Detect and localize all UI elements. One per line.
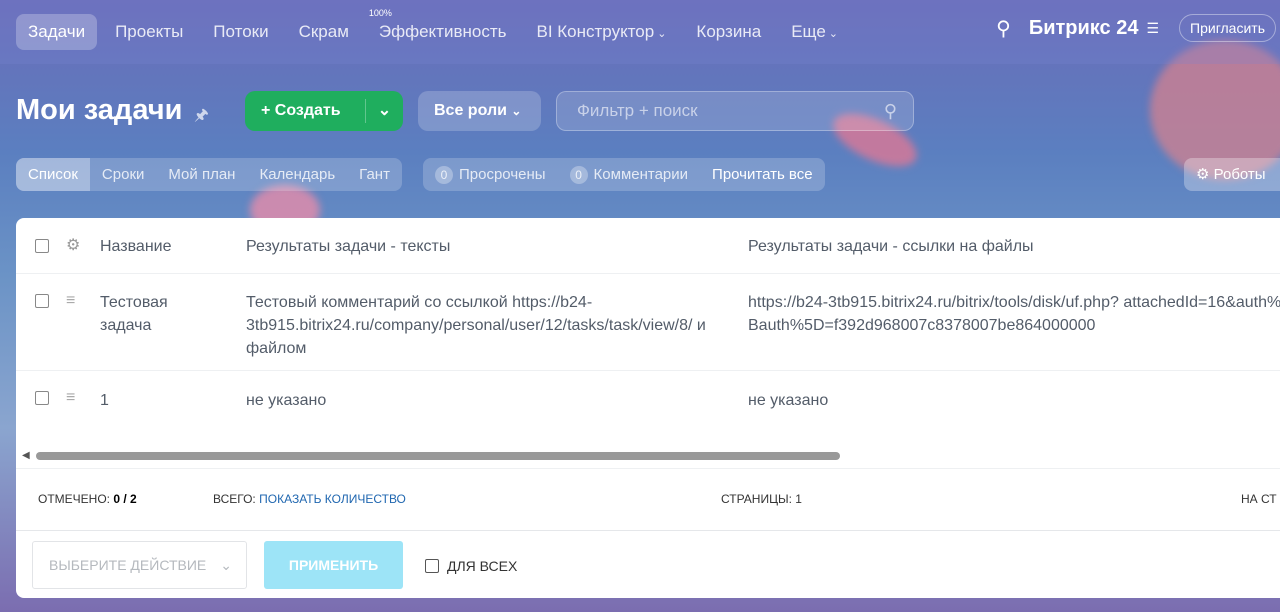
task-name-link[interactable]: 1 xyxy=(100,389,109,412)
total-count: Всего: Показать количество xyxy=(213,492,406,506)
chevron-down-icon: ⌄ xyxy=(220,557,232,573)
nav-flows[interactable]: Потоки xyxy=(201,14,280,50)
show-count-link[interactable]: Показать количество xyxy=(259,492,406,506)
nav-label: BI Конструктор xyxy=(536,22,655,41)
comments-filter[interactable]: Комментарии xyxy=(594,166,688,183)
apply-button[interactable]: Применить xyxy=(264,541,403,589)
chevron-down-icon: ⌄ xyxy=(657,28,667,40)
nav-more[interactable]: Еще ⌄ xyxy=(779,14,850,50)
for-all-label[interactable]: Для всех xyxy=(447,558,517,574)
roles-label: Все роли xyxy=(434,102,507,119)
roles-dropdown[interactable]: Все роли ⌄ xyxy=(418,91,541,131)
nav-bi[interactable]: BI Конструктор ⌄ xyxy=(524,14,678,50)
horizontal-scrollbar[interactable] xyxy=(36,452,840,460)
task-files: не указано xyxy=(748,392,829,409)
chevron-down-icon[interactable]: ⌄ xyxy=(365,99,403,123)
create-label: + Создать xyxy=(261,102,341,119)
tab-calendar[interactable]: Календарь xyxy=(247,158,347,191)
task-texts: не указано xyxy=(246,392,327,409)
search-icon[interactable]: ⚲ xyxy=(996,16,1011,41)
tab-gantt[interactable]: Гант xyxy=(347,158,402,191)
robot-icon: ⚙ xyxy=(1196,166,1210,183)
invite-button[interactable]: Пригласить xyxy=(1179,14,1276,42)
top-nav: Задачи Проекты Потоки Скрам 100% Эффектив… xyxy=(0,0,1280,64)
drag-handle-icon[interactable]: ≡ xyxy=(66,292,75,310)
nav-projects[interactable]: Проекты xyxy=(103,14,195,50)
drag-handle-icon[interactable]: ≡ xyxy=(66,389,75,407)
overdue-count: 0 xyxy=(435,165,453,184)
column-header-files[interactable]: Результаты задачи - ссылки на файлы xyxy=(748,235,1034,258)
tab-list[interactable]: Список xyxy=(16,158,90,191)
table-row: ≡ 1 не указано не указано xyxy=(16,371,1280,431)
per-page[interactable]: На ст xyxy=(1241,492,1277,506)
page-title: Мои задачи xyxy=(16,94,183,126)
nav-label: Еще xyxy=(791,22,826,41)
gear-icon[interactable]: ⚙ xyxy=(66,235,80,255)
column-header-texts[interactable]: Результаты задачи - тексты xyxy=(246,235,450,258)
row-checkbox[interactable] xyxy=(35,294,49,308)
task-files-link[interactable]: https://b24-3tb915.bitrix24.ru/bitrix/to… xyxy=(748,291,1280,337)
task-grid: ⚙ Название Результаты задачи - тексты Ре… xyxy=(16,218,1280,598)
logo: Битрикс 24 xyxy=(1028,16,1139,39)
filter-search-input[interactable]: Фильтр + поиск ⚲ xyxy=(556,91,914,131)
tab-deadlines[interactable]: Сроки xyxy=(90,158,156,191)
robots-label: Роботы xyxy=(1213,166,1266,183)
settings-icon[interactable]: ☰ xyxy=(1146,20,1159,37)
comments-count: 0 xyxy=(569,165,588,184)
search-icon[interactable]: ⚲ xyxy=(884,92,897,130)
task-texts: Тестовый комментарий со ссылкой https://… xyxy=(246,294,706,357)
counters: 0 Просрочены 0 Комментарии Прочитать все xyxy=(423,158,825,191)
overdue-filter[interactable]: Просрочены xyxy=(459,166,546,183)
pin-icon[interactable]: 🖈 xyxy=(194,104,209,131)
column-header-name[interactable]: Название xyxy=(100,235,172,258)
scroll-left-icon[interactable]: ◀ xyxy=(22,450,30,461)
tab-my-plan[interactable]: Мой план xyxy=(156,158,247,191)
chevron-down-icon: ⌄ xyxy=(511,104,522,118)
action-select-label: Выберите действие xyxy=(49,557,207,573)
efficiency-badge: 100% xyxy=(368,8,392,18)
nav-efficiency[interactable]: 100% Эффективность xyxy=(367,8,519,50)
table-row: ≡ Тестовая задача Тестовый комментарий с… xyxy=(16,274,1280,371)
row-checkbox[interactable] xyxy=(35,391,49,405)
nav-scrum[interactable]: Скрам xyxy=(287,14,361,50)
task-name-link[interactable]: Тестовая задача xyxy=(100,291,200,337)
chevron-down-icon: ⌄ xyxy=(828,28,838,40)
selected-count: Отмечено: 0 / 2 xyxy=(38,492,137,506)
create-button[interactable]: + Создать ⌄ xyxy=(245,91,403,131)
search-placeholder: Фильтр + поиск xyxy=(577,101,698,120)
pages: Страницы: 1 xyxy=(721,492,802,506)
nav-tasks[interactable]: Задачи xyxy=(16,14,98,50)
action-select[interactable]: Выберите действие ⌄ xyxy=(32,541,247,589)
nav-label: Эффективность xyxy=(378,22,507,41)
nav-trash[interactable]: Корзина xyxy=(684,14,773,50)
for-all-checkbox[interactable] xyxy=(425,559,439,573)
select-all-checkbox[interactable] xyxy=(35,239,49,253)
read-all-button[interactable]: Прочитать все xyxy=(712,166,813,183)
view-tabs: Список Сроки Мой план Календарь Гант xyxy=(16,158,402,191)
table-header: ⚙ Название Результаты задачи - тексты Ре… xyxy=(16,218,1280,274)
robots-button[interactable]: ⚙ Роботы xyxy=(1184,158,1280,191)
